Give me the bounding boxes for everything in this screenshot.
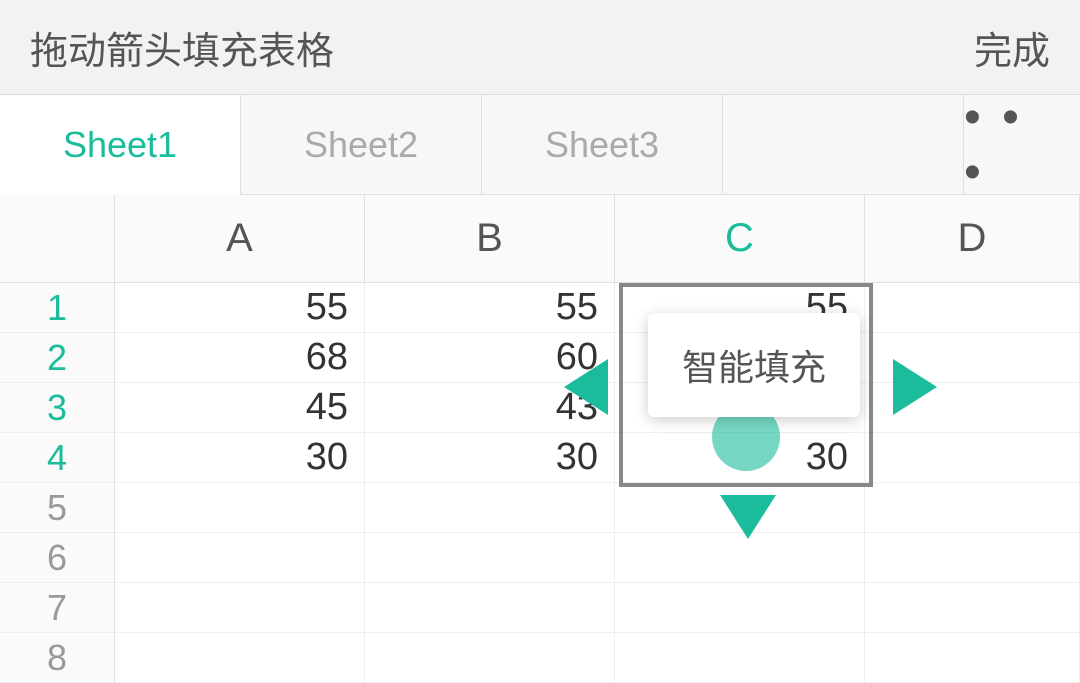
row-header-1[interactable]: 1 bbox=[0, 283, 115, 333]
row-header-8[interactable]: 8 bbox=[0, 633, 115, 683]
sheet-tab-2[interactable]: Sheet2 bbox=[241, 95, 482, 194]
more-sheets-button[interactable]: • • • bbox=[964, 95, 1080, 194]
table-row: 6 bbox=[0, 533, 1080, 583]
cell-c6[interactable] bbox=[615, 533, 865, 583]
cell-a2[interactable]: 68 bbox=[115, 333, 365, 383]
cell-a7[interactable] bbox=[115, 583, 365, 633]
cell-b5[interactable] bbox=[365, 483, 615, 533]
cell-a5[interactable] bbox=[115, 483, 365, 533]
select-all-corner[interactable] bbox=[0, 195, 115, 283]
cell-d5[interactable] bbox=[865, 483, 1080, 533]
fill-left-arrow-icon[interactable] bbox=[564, 359, 608, 415]
table-row: 4 30 30 30 bbox=[0, 433, 1080, 483]
table-row: 7 bbox=[0, 583, 1080, 633]
col-header-c[interactable]: C bbox=[615, 195, 865, 283]
sheet-tab-empty[interactable] bbox=[723, 95, 964, 194]
spreadsheet-grid: A B C D 1 55 55 55 2 68 60 3 45 43 4 30 bbox=[0, 195, 1080, 683]
sheet-tabs: Sheet1 Sheet2 Sheet3 • • • bbox=[0, 95, 1080, 195]
smart-fill-label: 智能填充 bbox=[682, 347, 826, 388]
row-header-7[interactable]: 7 bbox=[0, 583, 115, 633]
data-rows: 1 55 55 55 2 68 60 3 45 43 4 30 30 30 bbox=[0, 283, 1080, 683]
cell-d6[interactable] bbox=[865, 533, 1080, 583]
row-header-3[interactable]: 3 bbox=[0, 383, 115, 433]
cell-a4[interactable]: 30 bbox=[115, 433, 365, 483]
col-header-d[interactable]: D bbox=[865, 195, 1080, 283]
cell-a1[interactable]: 55 bbox=[115, 283, 365, 333]
cell-d7[interactable] bbox=[865, 583, 1080, 633]
done-button[interactable]: 完成 bbox=[974, 20, 1050, 75]
cell-a6[interactable] bbox=[115, 533, 365, 583]
sheet-tab-1[interactable]: Sheet1 bbox=[0, 95, 241, 194]
cell-b6[interactable] bbox=[365, 533, 615, 583]
fill-right-arrow-icon[interactable] bbox=[893, 359, 937, 415]
cell-a3[interactable]: 45 bbox=[115, 383, 365, 433]
more-icon: • • • bbox=[964, 90, 1040, 200]
column-headers-row: A B C D bbox=[0, 195, 1080, 283]
cell-c7[interactable] bbox=[615, 583, 865, 633]
row-header-4[interactable]: 4 bbox=[0, 433, 115, 483]
page-title: 拖动箭头填充表格 bbox=[30, 20, 334, 75]
cell-b7[interactable] bbox=[365, 583, 615, 633]
cell-c8[interactable] bbox=[615, 633, 865, 683]
cell-d1[interactable] bbox=[865, 283, 1080, 333]
cell-a8[interactable] bbox=[115, 633, 365, 683]
row-header-2[interactable]: 2 bbox=[0, 333, 115, 383]
row-header-5[interactable]: 5 bbox=[0, 483, 115, 533]
cell-b8[interactable] bbox=[365, 633, 615, 683]
fill-down-arrow-icon[interactable] bbox=[720, 495, 776, 539]
table-row: 8 bbox=[0, 633, 1080, 683]
cell-b1[interactable]: 55 bbox=[365, 283, 615, 333]
row-header-6[interactable]: 6 bbox=[0, 533, 115, 583]
table-row: 5 bbox=[0, 483, 1080, 533]
cell-d8[interactable] bbox=[865, 633, 1080, 683]
cell-d4[interactable] bbox=[865, 433, 1080, 483]
table-row: 1 55 55 55 bbox=[0, 283, 1080, 333]
header-bar: 拖动箭头填充表格 完成 bbox=[0, 0, 1080, 95]
cell-b4[interactable]: 30 bbox=[365, 433, 615, 483]
smart-fill-tooltip[interactable]: 智能填充 bbox=[648, 313, 860, 417]
col-header-b[interactable]: B bbox=[365, 195, 615, 283]
col-header-a[interactable]: A bbox=[115, 195, 365, 283]
sheet-tab-3[interactable]: Sheet3 bbox=[482, 95, 723, 194]
